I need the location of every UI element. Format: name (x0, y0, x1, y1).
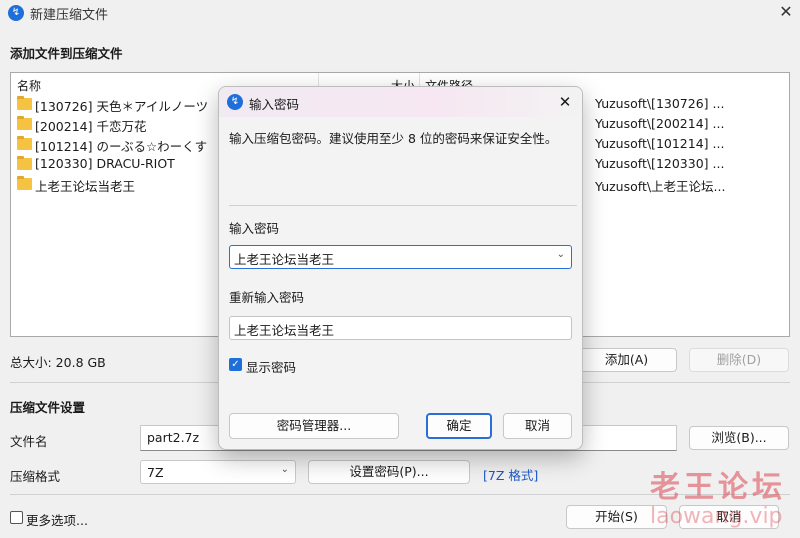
item-name: [120330] DRACU-RIOT (35, 156, 175, 171)
item-path: Yuzusoft\[130726] ... (595, 96, 725, 111)
browse-button[interactable]: 浏览(B)... (689, 426, 789, 450)
filename-label: 文件名 (10, 434, 48, 449)
item-name: [200214] 千恋万花 (35, 119, 147, 134)
folder-icon (17, 176, 32, 190)
dialog-close-button[interactable]: ✕ (554, 91, 576, 113)
more-options-checkbox[interactable]: 更多选项... (10, 510, 100, 528)
window-close-button[interactable]: ✕ (776, 2, 796, 22)
dialog-description: 输入压缩包密码。建议使用至少 8 位的密码来保证安全性。 (229, 131, 558, 146)
password-input[interactable]: 上老王论坛当老王 ⌄ (229, 245, 572, 269)
folder-icon (17, 136, 32, 150)
show-password-label: 显示密码 (246, 360, 297, 375)
add-files-heading: 添加文件到压缩文件 (10, 46, 123, 61)
watermark-url: laowang.vip (650, 504, 783, 529)
item-name: 上老王论坛当老王 (35, 179, 136, 194)
folder-icon (17, 96, 32, 110)
password-manager-button[interactable]: 密码管理器... (229, 413, 399, 439)
chevron-down-icon: ⌄ (280, 464, 289, 475)
checkbox-box[interactable] (10, 511, 23, 524)
more-options-label: 更多选项... (26, 513, 88, 528)
item-name: [101214] のーぶる☆わーくす (35, 139, 208, 154)
add-button[interactable]: 添加(A) (576, 348, 677, 372)
watermark-text: 老王论坛 (650, 470, 786, 505)
title-bar: ↯ 新建压缩文件 ✕ (0, 0, 800, 26)
confirm-password-label: 重新输入密码 (229, 290, 305, 305)
password-label: 输入密码 (229, 221, 280, 236)
checkmark-icon[interactable]: ✓ (229, 358, 242, 371)
item-name: [130726] 天色＊アイルノーツ (35, 99, 209, 114)
set-password-button[interactable]: 设置密码(P)... (308, 460, 470, 484)
app-logo-icon: ↯ (227, 94, 243, 110)
format-select-value: 7Z (147, 465, 164, 480)
divider (229, 205, 577, 206)
confirm-password-input[interactable]: 上老王论坛当老王 (229, 316, 572, 340)
format-select[interactable]: 7Z ⌄ (140, 460, 296, 484)
dialog-title: 输入密码 (249, 97, 300, 112)
settings-heading: 压缩文件设置 (10, 400, 86, 415)
delete-button[interactable]: 删除(D) (689, 348, 789, 372)
item-path: Yuzusoft\[200214] ... (595, 116, 725, 131)
folder-icon (17, 116, 32, 130)
window-title: 新建压缩文件 (30, 8, 109, 23)
password-dialog: ↯ 输入密码 ✕ 输入压缩包密码。建议使用至少 8 位的密码来保证安全性。 输入… (218, 86, 583, 450)
item-path: Yuzusoft\[101214] ... (595, 136, 725, 151)
item-path: Yuzusoft\上老王论坛... (595, 179, 726, 194)
format-tag: [7Z 格式] (483, 468, 539, 483)
folder-icon (17, 156, 32, 170)
ok-button[interactable]: 确定 (426, 413, 492, 439)
app-logo-icon: ↯ (8, 5, 24, 21)
dialog-cancel-button[interactable]: 取消 (503, 413, 572, 439)
chevron-down-icon[interactable]: ⌄ (557, 249, 565, 260)
item-path: Yuzusoft\[120330] ... (595, 156, 725, 171)
column-header-name[interactable]: 名称 (17, 77, 41, 94)
password-value: 上老王论坛当老王 (234, 252, 335, 267)
total-size-label: 总大小: 20.8 GB (10, 355, 106, 370)
format-label: 压缩格式 (10, 469, 61, 484)
show-password-checkbox[interactable]: ✓ 显示密码 (229, 357, 319, 375)
